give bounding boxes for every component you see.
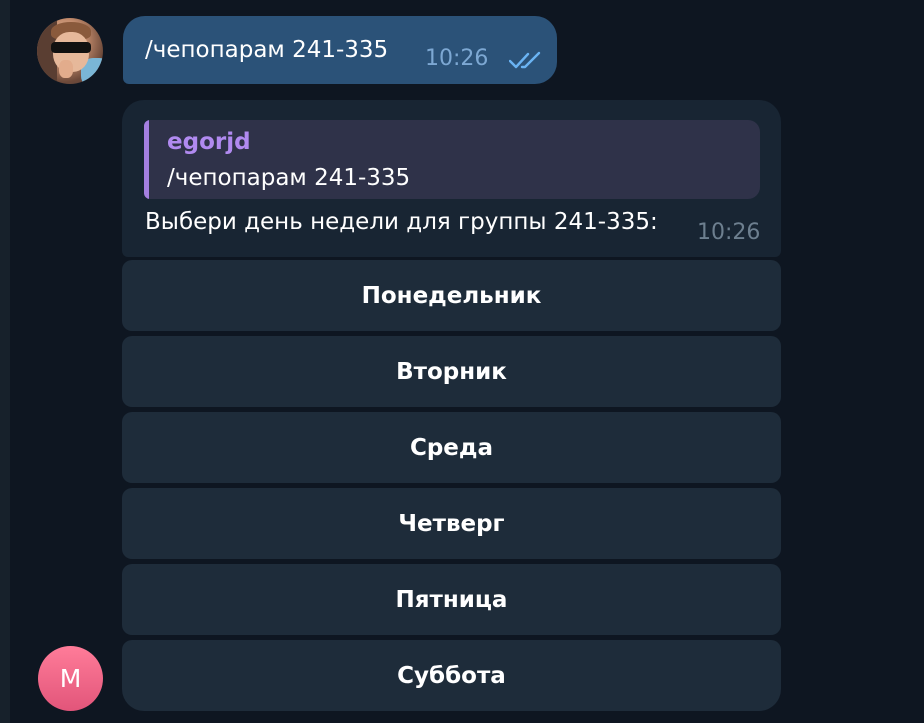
keyboard-button-tuesday[interactable]: Вторник <box>122 336 781 407</box>
user-avatar[interactable] <box>37 18 103 84</box>
incoming-message-text: Выбери день недели для группы 241-335: <box>145 209 658 235</box>
keyboard-button-saturday[interactable]: Суббота <box>122 640 781 711</box>
outgoing-message-text: /чепопарам 241-335 <box>145 37 389 63</box>
reply-text: /чепопарам 241-335 <box>167 165 411 191</box>
reply-author: egorjd <box>167 129 251 155</box>
bot-avatar[interactable]: M <box>38 646 103 711</box>
outgoing-message-time: 10:26 <box>425 46 489 71</box>
reply-quote[interactable]: egorjd /чепопарам 241-335 <box>144 120 760 199</box>
double-check-icon <box>509 51 541 69</box>
outgoing-message[interactable]: /чепопарам 241-335 10:26 <box>123 16 557 84</box>
keyboard-button-monday[interactable]: Понедельник <box>122 260 781 331</box>
keyboard-button-friday[interactable]: Пятница <box>122 564 781 635</box>
incoming-message[interactable]: egorjd /чепопарам 241-335 Выбери день не… <box>122 100 781 257</box>
left-panel-edge <box>0 0 10 723</box>
keyboard-button-thursday[interactable]: Четверг <box>122 488 781 559</box>
keyboard-button-wednesday[interactable]: Среда <box>122 412 781 483</box>
reply-quote-bar <box>144 120 149 199</box>
chat-area: /чепопарам 241-335 10:26 egorjd /чепопар… <box>0 0 924 723</box>
incoming-message-time: 10:26 <box>697 220 761 245</box>
